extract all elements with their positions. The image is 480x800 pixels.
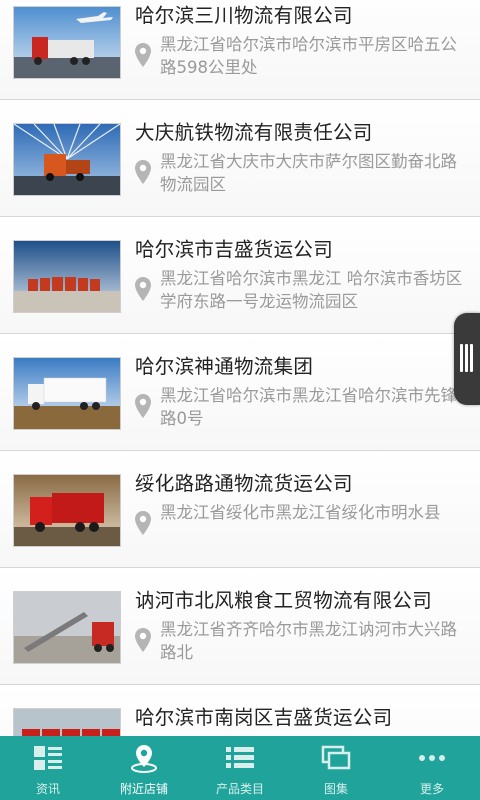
location-pin-icon [135,160,151,184]
company-thumbnail [13,240,121,313]
company-thumbnail [13,591,121,664]
list-item[interactable]: 哈尔滨市南岗区吉盛货运公司 [0,685,480,736]
list-item[interactable]: 大庆航铁物流有限责任公司 黑龙江省大庆市大庆市萨尔图区勤奋北路物流园区 [0,100,480,217]
company-address: 黑龙江省齐齐哈尔市黑龙江讷河市大兴路路北 [160,620,457,662]
list-item[interactable]: 哈尔滨神通物流集团 黑龙江省哈尔滨市黑龙江省哈尔滨市先锋路0号 [0,334,480,451]
tab-gallery[interactable]: 图集 [288,736,384,800]
company-thumbnail [13,6,121,79]
tab-label: 更多 [419,782,444,796]
location-pin-icon [135,277,151,301]
tab-label: 图集 [323,782,348,796]
company-address: 黑龙江省绥化市黑龙江省绥化市明水县 [160,503,441,522]
location-pin-icon [135,43,151,67]
company-name[interactable]: 哈尔滨神通物流集团 [135,350,468,379]
store-list[interactable]: 哈尔滨三川物流有限公司 黑龙江省哈尔滨市哈尔滨市平房区哈五公路598公里处 大庆… [0,0,480,736]
company-thumbnail [13,123,121,196]
company-name[interactable]: 大庆航铁物流有限责任公司 [135,116,468,145]
company-thumbnail [13,474,121,547]
tab-more[interactable]: 更多 [384,736,480,800]
tab-nearby-stores[interactable]: 附近店铺 [96,736,192,800]
company-thumbnail [13,708,121,736]
company-address: 黑龙江省哈尔滨市黑龙江 哈尔滨市香坊区 学府东路一号龙运物流园区 [160,269,463,311]
company-address: 黑龙江省哈尔滨市黑龙江省哈尔滨市先锋路0号 [160,386,457,428]
location-pin-icon [135,511,151,535]
company-name[interactable]: 绥化路路通物流货运公司 [135,467,468,496]
company-name[interactable]: 讷河市北风粮食工贸物流有限公司 [135,584,468,613]
tab-label: 产品类目 [215,782,264,796]
tab-label: 资讯 [35,782,60,796]
list-item[interactable]: 哈尔滨三川物流有限公司 黑龙江省哈尔滨市哈尔滨市平房区哈五公路598公里处 [0,0,480,100]
list-item[interactable]: 讷河市北风粮食工贸物流有限公司 黑龙江省齐齐哈尔市黑龙江讷河市大兴路路北 [0,568,480,685]
company-thumbnail [13,357,121,430]
company-name[interactable]: 哈尔滨市吉盛货运公司 [135,233,468,262]
location-pin-icon [127,743,161,773]
news-grid-icon [31,743,65,773]
tab-label: 附近店铺 [119,782,168,796]
company-address: 黑龙江省大庆市大庆市萨尔图区勤奋北路物流园区 [160,152,457,194]
company-name[interactable]: 哈尔滨市南岗区吉盛货运公司 [135,701,468,730]
company-address: 黑龙江省哈尔滨市哈尔滨市平房区哈五公路598公里处 [160,35,457,77]
company-name[interactable]: 哈尔滨三川物流有限公司 [135,0,468,28]
gallery-icon [319,743,353,773]
tab-product-categories[interactable]: 产品类目 [192,736,288,800]
bottom-tab-bar: 资讯 附近店铺 产品类目 图集 更多 [0,736,480,800]
list-item[interactable]: 哈尔滨市吉盛货运公司 黑龙江省哈尔滨市黑龙江 哈尔滨市香坊区 学府东路一号龙运物… [0,217,480,334]
location-pin-icon [135,628,151,652]
location-pin-icon [135,394,151,418]
more-dots-icon [415,743,449,773]
list-item[interactable]: 绥化路路通物流货运公司 黑龙江省绥化市黑龙江省绥化市明水县 [0,451,480,568]
category-list-icon [223,743,257,773]
tab-news[interactable]: 资讯 [0,736,96,800]
side-menu-handle[interactable] [454,313,480,405]
